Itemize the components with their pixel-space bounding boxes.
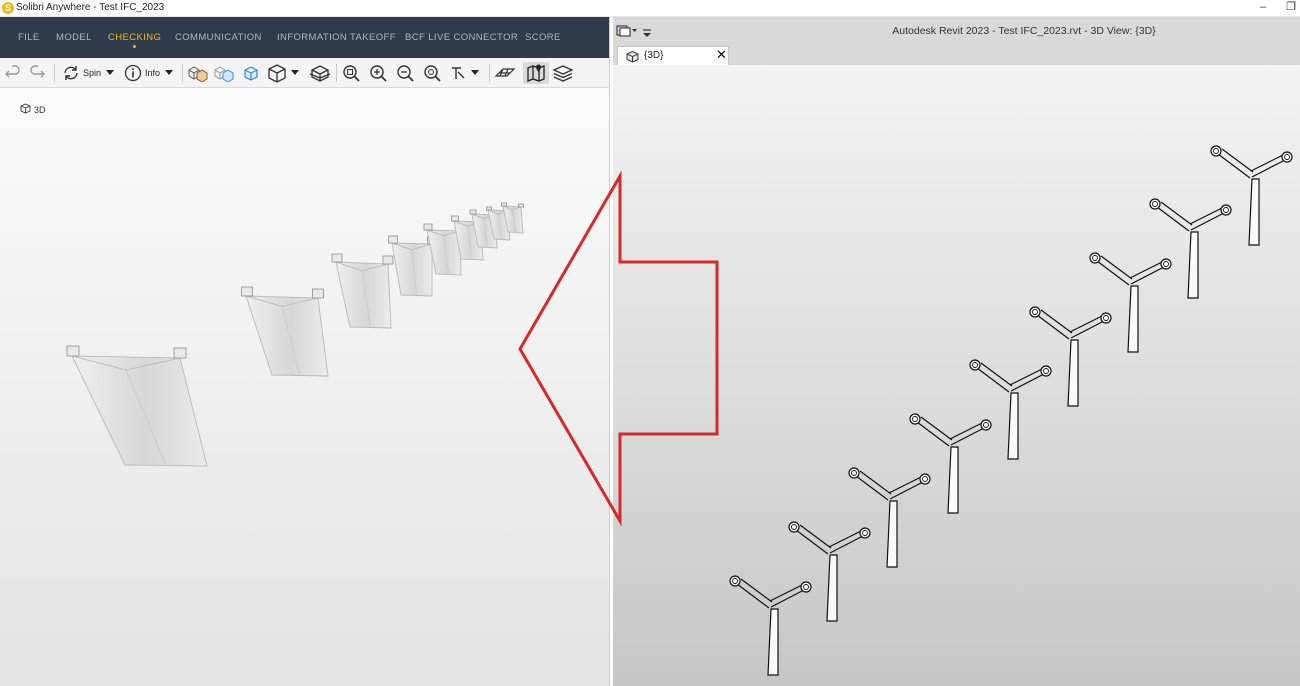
revit-3d-viewport[interactable] bbox=[613, 65, 1300, 686]
solibri-logo-icon: S bbox=[2, 2, 14, 14]
menu-communication[interactable]: COMMUNICATION bbox=[175, 32, 262, 43]
small-cube-icon bbox=[20, 103, 31, 116]
model-cubes-icon bbox=[187, 64, 209, 82]
view-indicator: 3D bbox=[20, 103, 46, 116]
chevron-down-icon bbox=[106, 70, 115, 76]
select-mode-button[interactable] bbox=[449, 62, 479, 84]
zoom-selected-button[interactable] bbox=[422, 62, 442, 84]
spin-icon bbox=[62, 64, 80, 82]
solibri-titlebar: S Solibri Anywhere - Test IFC_2023 – ❐ bbox=[0, 0, 1300, 17]
menu-checking[interactable]: CHECKING bbox=[108, 32, 162, 48]
menu-score[interactable]: SCORE bbox=[525, 32, 561, 43]
active-indicator-dot bbox=[133, 45, 137, 48]
info-button[interactable]: Info bbox=[124, 62, 174, 84]
toolbar-separator bbox=[54, 64, 55, 82]
revit-tab-strip: {3D} ✕ bbox=[613, 45, 1300, 65]
solibri-3d-viewport[interactable]: 3D bbox=[0, 88, 610, 686]
zoom-in-icon bbox=[368, 63, 388, 83]
selected-cubes-icon bbox=[213, 64, 235, 82]
info-label: Info bbox=[145, 68, 161, 78]
show-selected-button[interactable] bbox=[213, 62, 235, 84]
undo-button[interactable] bbox=[4, 62, 22, 84]
isolate-button[interactable] bbox=[243, 62, 259, 84]
menu-file[interactable]: FILE bbox=[18, 32, 40, 43]
layers-icon bbox=[552, 63, 574, 83]
chevron-down-icon bbox=[471, 70, 479, 76]
map-icon bbox=[526, 63, 546, 83]
layers-button[interactable] bbox=[552, 62, 574, 84]
info-icon bbox=[124, 64, 142, 82]
section-box-icon bbox=[308, 63, 332, 83]
show-model-button[interactable] bbox=[187, 62, 209, 84]
blue-cube-icon bbox=[243, 64, 259, 82]
revit-window-title: Autodesk Revit 2023 - Test IFC_2023.rvt … bbox=[892, 25, 1156, 37]
spin-label: Spin bbox=[83, 68, 102, 78]
view-label: 3D bbox=[34, 104, 46, 115]
zoom-out-icon bbox=[395, 63, 415, 83]
tab-label: {3D} bbox=[644, 50, 664, 61]
toolbar-separator bbox=[489, 64, 490, 82]
toolbar-separator bbox=[336, 64, 337, 82]
solibri-toolbar: Spin Info bbox=[0, 58, 610, 88]
tab-3d-view[interactable]: {3D} ✕ bbox=[617, 46, 729, 65]
spin-button[interactable]: Spin bbox=[62, 62, 115, 84]
view-cube-button[interactable] bbox=[266, 62, 299, 84]
menu-model[interactable]: MODEL bbox=[56, 32, 92, 43]
menu-bcf-live-connector[interactable]: BCF LIVE CONNECTOR bbox=[405, 32, 518, 43]
redo-button[interactable] bbox=[28, 62, 46, 84]
close-icon[interactable]: ✕ bbox=[716, 48, 727, 62]
solibri-menubar: FILE MODEL CHECKING COMMUNICATION INFORM… bbox=[0, 17, 610, 58]
undo-icon bbox=[4, 64, 22, 82]
minimize-button[interactable]: – bbox=[1252, 0, 1274, 16]
cursor-icon bbox=[449, 64, 467, 82]
zoom-selected-icon bbox=[422, 63, 442, 83]
floor-plan-button[interactable] bbox=[494, 62, 516, 84]
zoom-out-button[interactable] bbox=[395, 62, 415, 84]
zoom-in-button[interactable] bbox=[368, 62, 388, 84]
floor-plan-icon bbox=[494, 64, 516, 82]
toolbar-separator bbox=[182, 64, 183, 82]
map-button[interactable] bbox=[523, 62, 549, 84]
zoom-fit-icon bbox=[341, 63, 361, 83]
cube-icon bbox=[266, 63, 288, 83]
menu-information-takeoff[interactable]: INFORMATION TAKEOFF bbox=[277, 32, 396, 43]
redo-icon bbox=[28, 64, 46, 82]
chevron-down-icon bbox=[165, 70, 174, 76]
solibri-window-title: Solibri Anywhere - Test IFC_2023 bbox=[16, 2, 165, 13]
zoom-fit-button[interactable] bbox=[341, 62, 361, 84]
restore-button[interactable]: ❐ bbox=[1280, 0, 1300, 16]
chevron-down-icon bbox=[291, 70, 299, 76]
revit-titlebar: Autodesk Revit 2023 - Test IFC_2023.rvt … bbox=[613, 17, 1300, 45]
menu-checking-label: CHECKING bbox=[108, 32, 162, 43]
section-box-button[interactable] bbox=[308, 62, 332, 84]
